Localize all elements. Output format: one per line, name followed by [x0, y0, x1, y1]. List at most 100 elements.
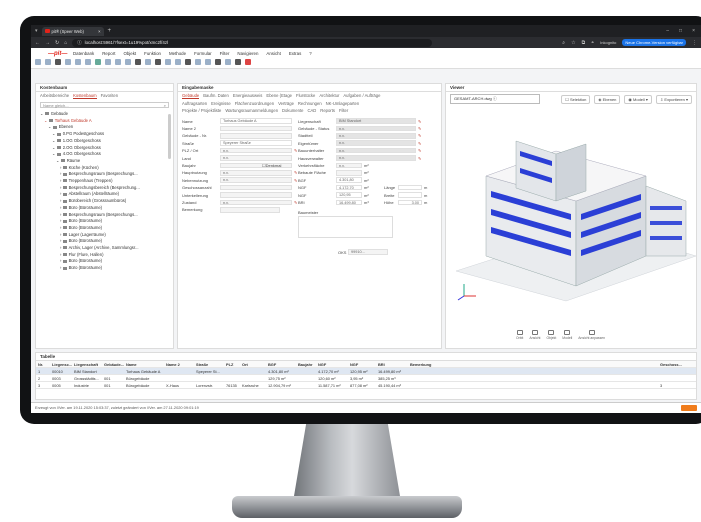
building-3d-model[interactable]: [446, 106, 697, 306]
field-value[interactable]: 4.301,80: [336, 177, 362, 183]
tree-node[interactable]: › Bürobereich (Grossraumbüros): [40, 198, 169, 205]
dimension-value[interactable]: [398, 184, 422, 191]
toolbar-report-icon[interactable]: [225, 59, 231, 65]
form-tab[interactable]: Dokumente: [282, 108, 303, 113]
form-tab[interactable]: NK-Umlageparten: [326, 101, 360, 106]
tree-search-input[interactable]: Name gleich... ⌕: [40, 102, 169, 108]
field-value[interactable]: Speyerer Straße: [220, 140, 292, 146]
oks-value[interactable]: 99910...: [348, 249, 388, 255]
edit-icon[interactable]: ✎: [418, 156, 421, 161]
viewer-nav-3[interactable]: Modell: [562, 330, 572, 340]
browser-menu-icon[interactable]: ⋮: [692, 40, 697, 46]
field-value[interactable]: [220, 125, 292, 132]
field-value[interactable]: n.v.: [220, 177, 292, 183]
field-value[interactable]: n.v.: [220, 147, 292, 154]
table-row[interactable]: 1 00010 BIM Standort Torhaus Gebäude A Speye…: [36, 368, 696, 375]
field-value[interactable]: n.v.: [336, 147, 416, 154]
column-header[interactable]: Liegenschaft: [72, 362, 102, 367]
tree-node[interactable]: › Büro (Büroräume): [40, 225, 169, 232]
edit-icon[interactable]: ✎: [294, 200, 297, 205]
edit-icon[interactable]: ✎: [294, 178, 297, 183]
tab-0[interactable]: Arbeitsbereiche: [40, 93, 69, 99]
form-tab[interactable]: Verträge: [278, 101, 294, 106]
column-header[interactable]: Name: [124, 362, 164, 367]
field-value[interactable]: [220, 192, 292, 198]
update-chrome-button[interactable]: Neue Chrome-Version verfügbar: [622, 39, 686, 46]
column-header[interactable]: Straße: [194, 362, 224, 367]
browser-tab[interactable]: pit® (Speer Web) ×: [41, 26, 104, 36]
form-tab[interactable]: Rechnungen: [298, 101, 322, 106]
form-tab[interactable]: Flächenzuordnungen: [235, 101, 274, 106]
dimension-value[interactable]: 3,00: [398, 199, 422, 206]
toolbar-table-icon[interactable]: [175, 59, 181, 65]
form-tab[interactable]: Aufgaben / Aufträge: [343, 93, 380, 99]
close-window-icon[interactable]: ×: [692, 28, 695, 34]
tree-node[interactable]: ⌄ Gebäude: [40, 111, 169, 118]
toolbar-alert-icon[interactable]: [245, 59, 251, 65]
forward-icon[interactable]: →: [45, 40, 50, 46]
tree-node[interactable]: › Küche (Küchen): [40, 165, 169, 172]
toolbar-copy-icon[interactable]: [65, 59, 71, 65]
status-action-button[interactable]: [681, 405, 697, 411]
form-tab[interactable]: Flurstücke: [296, 93, 315, 99]
search-icon[interactable]: ⌕: [164, 103, 166, 108]
form-tab[interactable]: Baufm. Daten: [203, 93, 229, 99]
tree-node[interactable]: › Lager (Lagerräume): [40, 232, 169, 239]
field-value[interactable]: BIM Standort: [336, 118, 416, 124]
field-value[interactable]: 120,95: [336, 192, 362, 198]
column-header[interactable]: NGF: [316, 362, 348, 367]
edit-icon[interactable]: ✎: [418, 133, 421, 138]
tree-node[interactable]: ⌄ 2.OG Obergeschoss: [40, 145, 169, 152]
column-header[interactable]: Bemerkung: [408, 362, 658, 367]
tree-node[interactable]: › Büro (Büroräume): [40, 265, 169, 272]
toolbar-delete-icon[interactable]: [85, 59, 91, 65]
search-icon[interactable]: ⌕: [562, 40, 565, 46]
url-field[interactable]: ⓘ localhost:5961/?fsext=1u19%pot/xmc2f/4…: [72, 38, 433, 47]
minimize-icon[interactable]: –: [666, 28, 669, 34]
model-select[interactable]: GESAMT-ARCH.dwg ⓘ: [450, 94, 540, 104]
field-value[interactable]: [220, 133, 292, 139]
viewer-nav-1[interactable]: Ansicht: [529, 330, 540, 340]
viewer-nav-2[interactable]: Objekt: [546, 330, 556, 340]
column-header[interactable]: Geschoss...: [658, 362, 688, 367]
form-tab[interactable]: Filter: [339, 108, 348, 113]
tab-menu-icon[interactable]: ▾: [35, 28, 38, 34]
viewer-nav-0[interactable]: Orbit: [516, 330, 523, 340]
tree-node[interactable]: › Archiv, Lager (Archive, Sammlungsr...: [40, 245, 169, 252]
edit-icon[interactable]: ✎: [418, 148, 421, 153]
tree-node[interactable]: › Flur (Flure, Hallen): [40, 252, 169, 259]
toolbar-new-icon[interactable]: [55, 59, 61, 65]
edit-icon[interactable]: ✎: [294, 148, 297, 153]
field-value[interactable]: n.v.: [220, 199, 292, 206]
column-header[interactable]: PLZ: [224, 362, 240, 367]
menu-item-8[interactable]: Ansicht: [266, 51, 280, 56]
form-tab[interactable]: CAD: [307, 108, 316, 113]
column-header[interactable]: BRI: [376, 362, 408, 367]
denkmal-checkbox[interactable]: ☐ Denkmal: [262, 162, 281, 168]
export-button[interactable]: ⇩ Exportieren ▾: [655, 94, 692, 104]
column-header[interactable]: NGF: [348, 362, 376, 367]
form-tab[interactable]: Ebene (Etage: [266, 93, 292, 99]
bookmark-star-icon[interactable]: ☆: [571, 40, 575, 46]
reload-icon[interactable]: ↻: [55, 40, 59, 46]
tree-node[interactable]: ⌄ 4.OG Obergeschoss: [40, 151, 169, 158]
toolbar-map-icon[interactable]: [205, 59, 211, 65]
form-tab[interactable]: Wartungsraumanmeldungen: [225, 108, 278, 113]
tab-1[interactable]: Kostenbaum: [73, 93, 97, 99]
edit-icon[interactable]: ✎: [418, 126, 421, 131]
site-info-icon[interactable]: ⓘ: [77, 40, 81, 46]
column-header[interactable]: BGF: [266, 362, 296, 367]
toolbar-import-icon[interactable]: [125, 59, 131, 65]
column-header[interactable]: Baujahr: [296, 362, 316, 367]
field-value[interactable]: n.v.: [220, 155, 292, 161]
toolbar-filter-icon[interactable]: [135, 59, 141, 65]
form-tab[interactable]: Projekte / Projektliste: [182, 108, 221, 113]
menu-item-0[interactable]: Datenbank: [73, 51, 94, 56]
tree-node[interactable]: ⌄ 0.PG Podestgeschoss: [40, 131, 169, 138]
field-value[interactable]: n.v.: [336, 125, 416, 132]
tree-node[interactable]: ⌄ 1.OG Obergeschoss: [40, 138, 169, 145]
close-tab-icon[interactable]: ×: [98, 29, 100, 34]
toolbar-sort-icon[interactable]: [145, 59, 151, 65]
dimension-value[interactable]: [398, 192, 422, 198]
menu-item-1[interactable]: Report: [102, 51, 115, 56]
